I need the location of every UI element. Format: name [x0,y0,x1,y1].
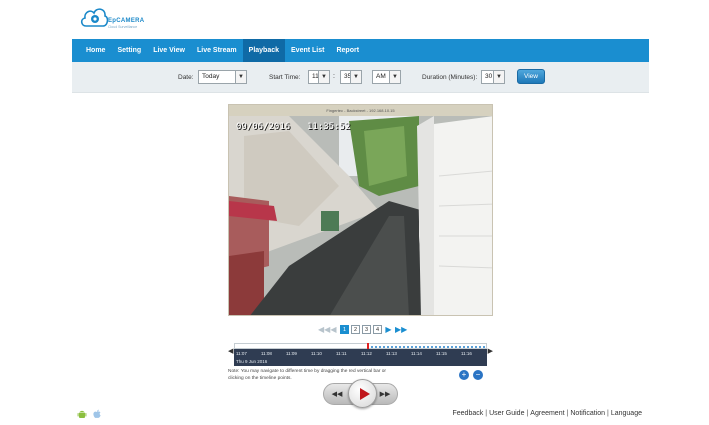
footer-links: Feedback | User Guide | Agreement | Notificati… [452,410,642,417]
nav-playback[interactable]: Playback [242,39,286,62]
hour-select[interactable]: 11 ▼ [308,70,330,84]
playback-filter-bar: Date: Today ▼ Start Time: 11 ▼ : 35 ▼ AM… [72,62,649,93]
apple-icon[interactable] [92,409,102,419]
date-select-value: Today [202,73,220,80]
page-1[interactable]: 1 [340,324,349,334]
timeline-tick: 11:12 [361,351,372,356]
playback-timeline[interactable]: ◀ 11:07 11:08 11:09 11:10 11:11 11:12 11… [228,343,493,366]
osd-time: 11:35:52 [307,122,351,132]
play-icon [360,388,370,400]
camera-snapshot [229,116,492,315]
timeline-tick: 11:08 [261,351,272,356]
page-2[interactable]: 2 [351,324,360,334]
first-page-icon[interactable]: ◀◀ [318,325,330,334]
page-4[interactable]: 4 [373,324,382,334]
minute-select[interactable]: 35 ▼ [340,70,362,84]
timeline-right-arrow-icon[interactable]: ▶ [488,347,493,355]
epcamera-logo[interactable]: EpCAMERA Cloud Surveillance [80,4,144,34]
fast-forward-icon[interactable]: ▶▶ [379,389,391,401]
camera-title: Fingertec - Backstreet - 192.168.10.15 [229,105,492,116]
ampm-select[interactable]: AM ▼ [372,70,401,84]
timeline-tick: 11:13 [386,351,397,356]
prev-page-icon[interactable]: ◀ [329,325,338,334]
main-navbar: Home Setting Live View Live Stream Playb… [72,39,649,62]
android-icon[interactable] [77,409,87,419]
timeline-recorded-points[interactable] [367,346,485,348]
view-button[interactable]: View [517,69,545,84]
chevron-down-icon: ▼ [389,71,400,83]
footer-language-link[interactable]: Language [611,410,642,417]
footer-user-guide-link[interactable]: User Guide [489,410,524,417]
nav-live-stream[interactable]: Live Stream [191,39,243,62]
timeline-tick: 11:14 [411,351,422,356]
timeline-tick: 11:15 [436,351,447,356]
logo-tagline: Cloud Surveillance [108,25,138,29]
start-time-label: Start Time: [269,74,301,81]
date-label: Date: [178,74,194,81]
logo-name: EpCAMERA [108,18,145,24]
nav-report[interactable]: Report [330,39,365,62]
footer-notification-link[interactable]: Notification [570,410,605,417]
duration-select[interactable]: 30 ▼ [481,70,505,84]
timeline-note: Note: You may navigate to different time… [228,369,387,381]
zoom-out-icon[interactable]: − [473,370,483,380]
duration-select-value: 30 [485,73,493,80]
timeline-tick: 11:07 [236,351,247,356]
chevron-down-icon: ▼ [235,71,246,83]
osd-date: 09/06/2016 [236,122,291,132]
chevron-down-icon: ▼ [350,71,361,83]
zoom-in-icon[interactable]: + [459,370,469,380]
footer-feedback-link[interactable]: Feedback [452,410,483,417]
nav-live-view[interactable]: Live View [147,39,191,62]
page-3[interactable]: 3 [362,324,371,334]
rewind-icon[interactable]: ◀◀ [331,389,343,401]
cloud-camera-icon [80,8,108,27]
timeline-tick: 11:16 [461,351,472,356]
clip-pagination: ◀◀ ◀ 1 2 3 4 ▶ ▶▶ [318,324,407,334]
nav-setting[interactable]: Setting [111,39,147,62]
timeline-left-arrow-icon[interactable]: ◀ [228,347,233,355]
playback-video-frame[interactable]: Fingertec - Backstreet - 192.168.10.15 0… [228,104,493,316]
chevron-down-icon: ▼ [493,71,504,83]
timeline-tick: 11:11 [336,351,347,356]
ampm-select-value: AM [376,73,386,80]
timeline-tick: 11:10 [311,351,322,356]
duration-label: Duration (Minutes): [422,74,478,81]
time-separator: : [333,73,335,80]
last-page-icon[interactable]: ▶▶ [395,325,407,334]
nav-event-list[interactable]: Event List [285,39,330,62]
next-page-icon[interactable]: ▶ [384,325,393,334]
player-controls: ◀◀ ▶▶ [323,379,398,408]
timeline-tick: 11:09 [286,351,297,356]
timeline-date: Thu 9 Jun 2016 [236,359,268,364]
timeline-scale[interactable]: 11:07 11:08 11:09 11:10 11:11 11:12 11:1… [234,349,487,366]
play-button[interactable] [348,379,377,408]
nav-home[interactable]: Home [80,39,111,62]
date-select[interactable]: Today ▼ [198,70,247,84]
chevron-down-icon: ▼ [318,71,329,83]
footer-agreement-link[interactable]: Agreement [530,410,564,417]
